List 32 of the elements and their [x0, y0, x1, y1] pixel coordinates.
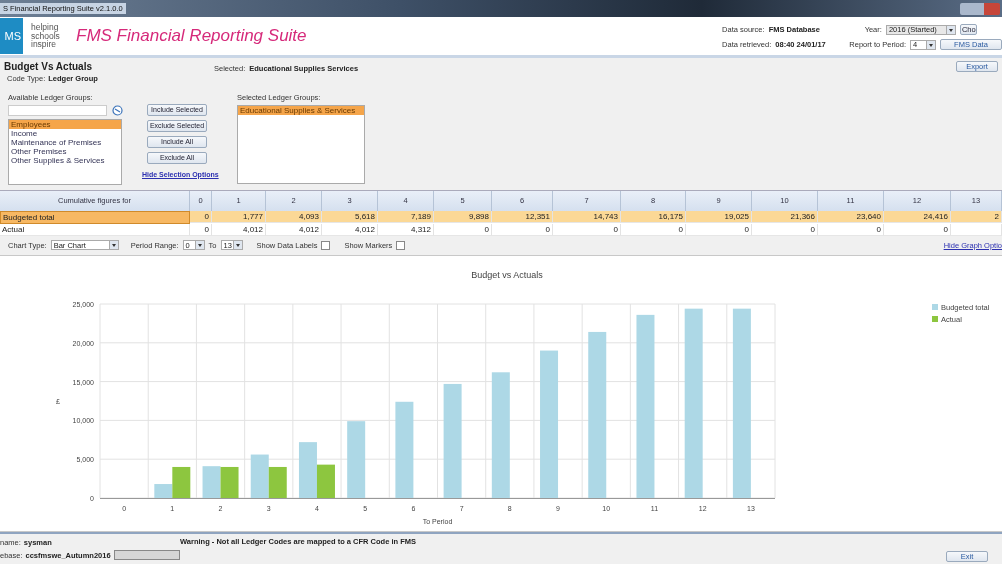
table-cell — [951, 223, 1002, 236]
table-cell: 0 — [492, 223, 553, 236]
table-cell: 0 — [686, 223, 752, 236]
list-item[interactable]: Employees — [9, 119, 121, 129]
table-cell: 0 — [553, 223, 621, 236]
table-cell: 0 — [190, 223, 212, 236]
tagline: helping schools inspire — [31, 23, 61, 49]
table-cell: 4,012 — [266, 223, 322, 236]
report-title: Budget Vs Actuals — [4, 61, 93, 72]
read-only-field — [113, 550, 180, 560]
checkbox[interactable] — [396, 240, 406, 250]
row-header[interactable]: Actual — [0, 223, 190, 236]
list-item[interactable]: Maintenance of Premises — [9, 137, 121, 147]
list-item[interactable]: Income — [9, 128, 121, 138]
table-cell: 4,012 — [212, 223, 266, 236]
table-cell: 0 — [752, 223, 818, 236]
table-cell: 0 — [434, 223, 492, 236]
chart-title: Budget vs Actuals — [471, 270, 543, 280]
table-cell: 4,312 — [378, 223, 434, 236]
window-controls[interactable] — [960, 2, 1000, 15]
table-cell: 0 — [621, 223, 686, 236]
table-cell: 4,012 — [322, 223, 378, 236]
list-item[interactable]: Educational Supplies & Services — [238, 105, 364, 115]
search-field[interactable] — [8, 104, 107, 116]
table-cell: 0 — [818, 223, 884, 236]
search-clear-icon[interactable] — [112, 104, 123, 116]
checkbox[interactable] — [321, 240, 331, 250]
table-cell: 0 — [884, 223, 951, 236]
list-item[interactable]: Other Premises — [9, 146, 121, 156]
logo: MS — [0, 18, 23, 54]
app-title: FMS Financial Reporting Suite — [76, 26, 307, 46]
list-item[interactable]: Other Supplies & Services — [9, 155, 121, 165]
